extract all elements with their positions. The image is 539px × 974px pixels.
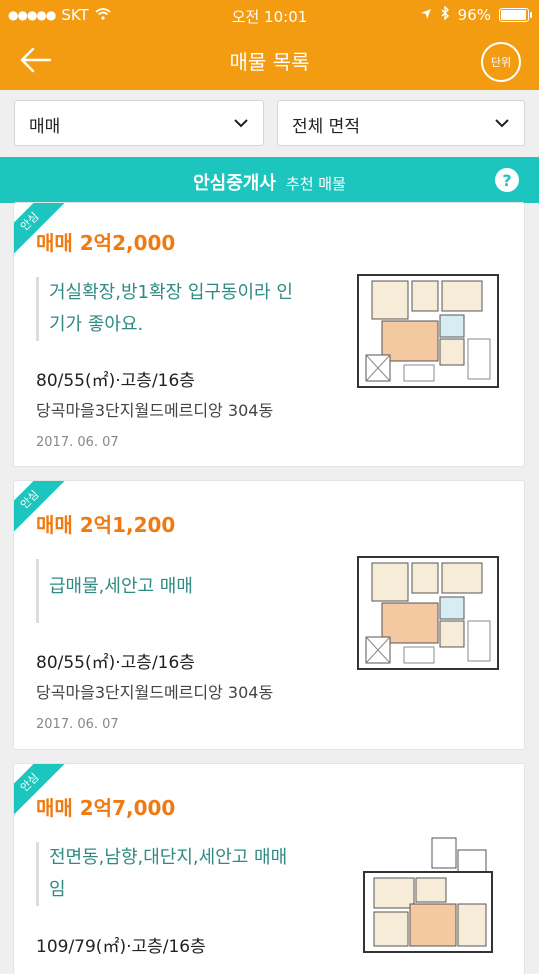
deal-type-value: 매매	[29, 117, 61, 137]
bluetooth-icon	[440, 5, 450, 24]
status-bar: ●●●●● SKT 오전 10:01 96%	[0, 0, 539, 30]
help-glyph: ?	[502, 170, 512, 190]
location-icon	[420, 6, 432, 24]
listing-description: 급매물,세안고 매매	[36, 559, 339, 623]
listing-price: 매매 2억2,000	[36, 231, 176, 255]
listing-price: 매매 2억7,000	[36, 796, 176, 820]
description-line: 기가 좋아요.	[49, 314, 144, 335]
apartment-name: 당곡마을3단지월드메르디앙 304동	[36, 683, 274, 702]
listing-card[interactable]: 안심 매매 2억7,000 전면동,남향,대단지,세안고 매매 임 109/79…	[14, 764, 524, 974]
banner-title: 안심중개사 추천 매물	[0, 169, 539, 195]
chevron-down-icon	[234, 119, 248, 128]
listing-spec: 80/55(㎡)·고층/16층	[36, 653, 195, 673]
banner-label: 추천 매물	[285, 175, 346, 193]
nav-bar: 매물 목록 단위	[0, 30, 539, 90]
floor-plan-image	[357, 274, 499, 388]
listing-date: 2017. 06. 07	[36, 717, 119, 732]
area-value: 전체 면적	[292, 117, 360, 137]
apartment-name: 당곡마을3단지월드메르디앙 304동	[36, 401, 274, 420]
listing-description: 거실확장,방1확장 입구동이라 인 기가 좋아요.	[36, 277, 339, 341]
floor-plan-image	[357, 556, 499, 670]
description-line: 전면동,남향,대단지,세안고 매매	[49, 847, 288, 868]
page-title: 매물 목록	[229, 50, 310, 74]
listing-spec: 109/79(㎡)·고층/16층	[36, 937, 206, 957]
listing-description: 전면동,남향,대단지,세안고 매매 임	[36, 842, 339, 906]
description-line: 거실확장,방1확장 입구동이라 인	[49, 282, 293, 303]
listing-date: 2017. 06. 07	[36, 435, 119, 450]
battery-percent: 96%	[457, 6, 491, 24]
listing-card[interactable]: 안심 매매 2억2,000 거실확장,방1확장 입구동이라 인 기가 좋아요. …	[14, 203, 524, 466]
deal-type-select[interactable]: 매매	[14, 100, 264, 146]
filter-bar: 매매 전체 면적	[0, 90, 539, 156]
unit-toggle-label: 단위	[490, 56, 512, 69]
description-line: 급매물,세안고 매매	[49, 576, 193, 597]
battery-icon	[499, 8, 532, 22]
recommend-banner: 안심중개사 추천 매물 ?	[0, 157, 539, 203]
brand-label: 안심중개사	[193, 173, 276, 194]
floor-plan-image	[363, 837, 493, 953]
unit-toggle-button[interactable]: 단위	[481, 42, 521, 82]
chevron-down-icon	[495, 119, 509, 128]
status-right: 96%	[420, 5, 532, 24]
help-icon[interactable]: ?	[495, 168, 519, 192]
listing-price: 매매 2억1,200	[36, 513, 176, 537]
listing-spec: 80/55(㎡)·고층/16층	[36, 371, 195, 391]
description-line: 임	[49, 879, 66, 900]
area-select[interactable]: 전체 면적	[277, 100, 525, 146]
listing-card[interactable]: 안심 매매 2억1,200 급매물,세안고 매매 80/55(㎡)·고층/16층…	[14, 481, 524, 749]
